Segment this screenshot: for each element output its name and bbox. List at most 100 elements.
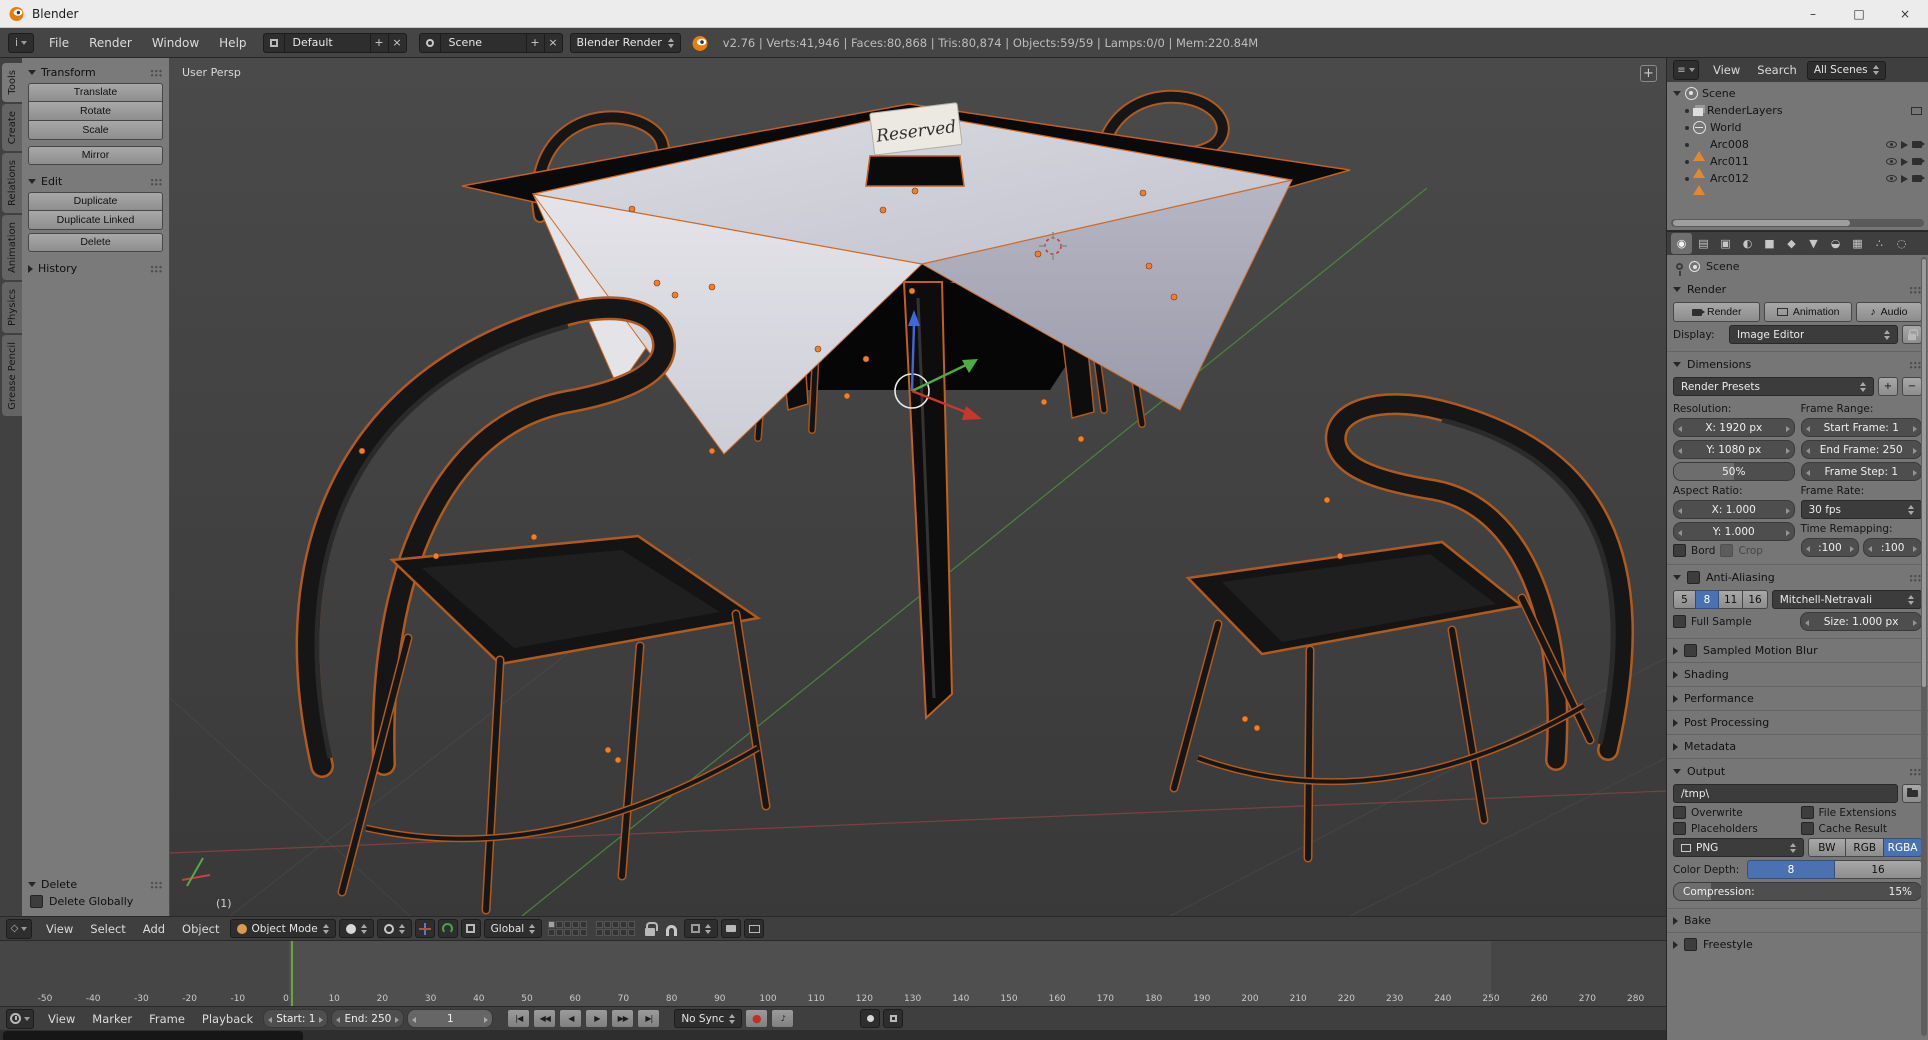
translate-button[interactable]: Translate [28, 83, 163, 102]
layer-toggle[interactable] [612, 921, 620, 928]
shelf-tab-physics[interactable]: Physics [2, 281, 22, 333]
snap-element-dropdown[interactable] [684, 919, 719, 938]
timeline-marker-menu[interactable]: Marker [85, 1012, 139, 1026]
duplicate-linked-button[interactable]: Duplicate Linked [28, 211, 163, 230]
view-menu[interactable]: View [39, 922, 80, 936]
screen-layout-name[interactable]: Default [284, 32, 371, 53]
current-frame-field[interactable]: 1 [407, 1009, 494, 1028]
visibility-eye-icon[interactable] [1886, 141, 1897, 148]
aa-samples-8-button[interactable]: 8 [1696, 590, 1719, 609]
full-sample-checkbox[interactable] [1673, 615, 1686, 628]
delete-globally-checkbox[interactable] [30, 895, 43, 908]
layer-toggle[interactable] [604, 929, 612, 936]
tab-data-icon[interactable]: ▼ [1803, 233, 1824, 254]
renderability-camera-icon[interactable] [1912, 175, 1925, 182]
mode-dropdown[interactable]: Object Mode [229, 919, 336, 938]
aa-size-field[interactable]: Size: 1.000 px [1800, 612, 1922, 631]
add-menu[interactable]: Add [136, 922, 172, 936]
layer-toggle[interactable] [580, 929, 588, 936]
sampled-motion-blur-checkbox[interactable] [1684, 644, 1697, 657]
expand-icon[interactable] [1673, 91, 1681, 96]
snap-magnet-icon[interactable] [666, 924, 678, 936]
file-format-dropdown[interactable]: PNG [1673, 838, 1804, 857]
layer-toggle[interactable] [548, 929, 556, 936]
preset-add-button[interactable]: + [1878, 377, 1898, 396]
layer-toggle[interactable] [556, 929, 564, 936]
screen-layout-delete-button[interactable]: × [388, 32, 407, 53]
browse-folder-button[interactable] [1902, 784, 1922, 803]
aspect-x-field[interactable]: X: 1.000 [1673, 500, 1795, 519]
resolution-percent-slider[interactable]: 50% [1673, 462, 1795, 481]
object-menu[interactable]: Object [175, 922, 226, 936]
outliner-row-arc008[interactable]: Arc008 [1671, 136, 1925, 161]
tab-particles-icon[interactable]: ∴ [1869, 233, 1890, 254]
layer-toggle[interactable] [620, 929, 628, 936]
render-audio-button[interactable]: ♪ Audio [1855, 302, 1922, 322]
aa-samples-16-button[interactable]: 16 [1743, 590, 1768, 609]
overwrite-checkbox[interactable] [1673, 806, 1686, 819]
chair-front-right[interactable] [1169, 393, 1634, 863]
outliner-row-world[interactable]: World [1671, 119, 1924, 136]
screen-layout-browse-icon[interactable] [262, 32, 285, 53]
selectability-icon[interactable] [1901, 140, 1908, 149]
layer-toggle[interactable] [580, 921, 588, 928]
timeline-frame-menu[interactable]: Frame [142, 1012, 192, 1026]
tab-world-icon[interactable]: ◐ [1737, 233, 1758, 254]
visibility-eye-icon[interactable] [1886, 175, 1897, 182]
display-dropdown[interactable]: Image Editor [1729, 325, 1898, 344]
color-depth-8-button[interactable]: 8 [1747, 860, 1835, 879]
panel-header-metadata[interactable]: Metadata [1673, 737, 1922, 756]
menu-render[interactable]: Render [80, 28, 141, 58]
aa-samples-11-button[interactable]: 11 [1719, 590, 1744, 609]
duplicate-button[interactable]: Duplicate [28, 192, 163, 211]
select-menu[interactable]: Select [83, 922, 132, 936]
anti-aliasing-checkbox[interactable] [1687, 571, 1700, 584]
tab-texture-icon[interactable]: ▦ [1847, 233, 1868, 254]
color-mode-bw-button[interactable]: BW [1807, 838, 1847, 857]
layer-toggle[interactable] [604, 921, 612, 928]
render-engine-dropdown[interactable]: Blender Render [569, 32, 681, 53]
crop-checkbox[interactable] [1720, 544, 1734, 557]
aspect-y-field[interactable]: Y: 1.000 [1673, 522, 1795, 541]
timeline-view-menu[interactable]: View [41, 1012, 82, 1026]
shelf-tab-animation[interactable]: Animation [2, 214, 22, 280]
jump-to-start-button[interactable]: |◀ [507, 1009, 531, 1028]
scene-add-button[interactable]: + [526, 32, 545, 53]
layer-toggle[interactable] [620, 921, 628, 928]
drag-dots-icon[interactable] [150, 68, 163, 77]
layer-toggle[interactable] [572, 921, 580, 928]
frame-step-field[interactable]: Frame Step: 1 [1800, 462, 1922, 481]
pin-icon[interactable] [1676, 262, 1683, 276]
outliner-row-renderlayers[interactable]: RenderLayers [1671, 102, 1924, 119]
render-animation-button[interactable]: Animation [1764, 302, 1852, 322]
panel-header-freestyle[interactable]: Freestyle [1673, 935, 1922, 954]
properties-scrollbar[interactable] [1921, 257, 1927, 1036]
timeline-strip[interactable]: -50 -40 -30 -20 -10 0 10 20 30 40 50 60 70 80 90 100 110… [0, 940, 1666, 1006]
delete-button[interactable]: Delete [28, 233, 163, 252]
next-keyframe-button[interactable]: ▶▶ [611, 1009, 635, 1028]
scale-button[interactable]: Scale [28, 121, 163, 140]
outliner-row-arc011[interactable]: Arc011 [1671, 153, 1925, 178]
border-checkbox[interactable] [1673, 544, 1686, 557]
editor-type-outliner-icon[interactable]: ≡ [1673, 60, 1699, 80]
panel-header-output[interactable]: Output [1673, 762, 1922, 781]
prev-keyframe-button[interactable]: ◀◀ [533, 1009, 557, 1028]
preset-remove-button[interactable]: − [1902, 377, 1922, 396]
drag-dots-icon[interactable] [150, 264, 163, 273]
record-button[interactable]: ● [745, 1009, 769, 1028]
close-button[interactable]: × [1882, 0, 1928, 27]
shelf-tab-tools[interactable]: Tools [2, 63, 22, 102]
render-opengl-anim-icon[interactable] [744, 919, 765, 938]
editor-type-3dview-icon[interactable]: ◇ [6, 918, 32, 939]
outliner-display-mode-dropdown[interactable]: All Scenes [1806, 60, 1886, 80]
pivot-point-dropdown[interactable] [376, 919, 412, 938]
layer-toggle[interactable] [612, 929, 620, 936]
drag-dots-icon[interactable] [150, 177, 163, 186]
titlebar[interactable]: Blender – □ × [0, 0, 1928, 28]
render-result-icon[interactable] [1911, 106, 1922, 115]
layer-toggle[interactable] [596, 921, 604, 928]
manipulator-rotate-icon[interactable] [437, 919, 458, 938]
renderability-camera-icon[interactable] [1912, 141, 1925, 148]
frame-rate-dropdown[interactable]: 30 fps [1800, 500, 1922, 519]
outliner-row-scene[interactable]: Scene [1671, 85, 1924, 102]
